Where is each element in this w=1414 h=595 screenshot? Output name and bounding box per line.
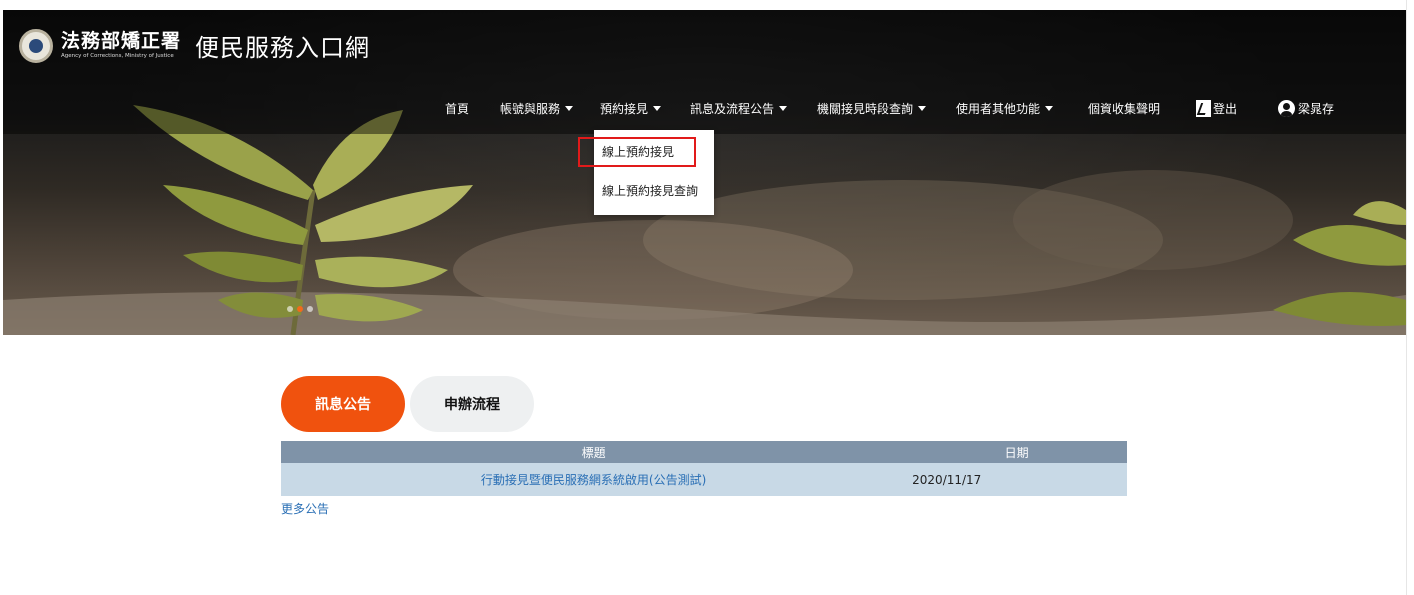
- site-title: 便民服務入口網: [195, 34, 371, 62]
- table-cell-date: 2020/11/17: [906, 463, 1127, 496]
- tab-news-label: 訊息公告: [315, 397, 371, 413]
- site-logo[interactable]: 法務部矯正署 Agency of Corrections, Ministry o…: [19, 28, 370, 63]
- carousel-indicators: [287, 306, 313, 312]
- table-row: 行動接見暨便民服務網系統啟用(公告測試) 2020/11/17: [281, 463, 1127, 496]
- chevron-down-icon: [779, 106, 788, 111]
- nav-user-other-label: 使用者其他功能: [956, 102, 1041, 116]
- appointment-dropdown-menu: 線上預約接見 線上預約接見查詢: [578, 130, 714, 215]
- table-header-row: 標題 日期: [281, 441, 1127, 463]
- tab-process[interactable]: 申辦流程: [410, 376, 534, 432]
- org-name-en: Agency of Corrections, Ministry of Justi…: [61, 52, 174, 59]
- chevron-down-icon: [1045, 106, 1054, 111]
- nav-slot-query-label: 機關接見時段查詢: [817, 102, 914, 116]
- nav-privacy[interactable]: 個資收集聲明: [1088, 100, 1160, 117]
- logout-icon: [1196, 100, 1211, 117]
- column-header-date: 日期: [906, 441, 1127, 463]
- chevron-down-icon: [653, 106, 662, 111]
- nav-slot-query[interactable]: 機關接見時段查詢: [817, 100, 927, 117]
- nav-logout[interactable]: 登出: [1196, 100, 1237, 117]
- more-announcements-link[interactable]: 更多公告: [281, 500, 329, 517]
- nav-logout-label: 登出: [1213, 102, 1238, 116]
- table-cell-title: 行動接見暨便民服務網系統啟用(公告測試): [281, 463, 907, 496]
- org-name: 法務部矯正署: [61, 29, 182, 52]
- dropdown-item-online-appointment[interactable]: 線上預約接見: [578, 137, 696, 167]
- announcement-link[interactable]: 行動接見暨便民服務網系統啟用(公告測試): [481, 473, 706, 487]
- nav-account-services-label: 帳號與服務: [500, 102, 561, 116]
- column-header-title: 標題: [281, 441, 907, 463]
- nav-account-services[interactable]: 帳號與服務: [500, 100, 574, 117]
- nav-home[interactable]: 首頁: [445, 100, 469, 117]
- tab-process-label: 申辦流程: [444, 397, 500, 413]
- org-name-block: 法務部矯正署 Agency of Corrections, Ministry o…: [61, 29, 182, 60]
- nav-news-process-label: 訊息及流程公告: [690, 102, 775, 116]
- nav-appointment[interactable]: 預約接見: [600, 100, 662, 117]
- tab-news[interactable]: 訊息公告: [281, 376, 405, 432]
- agency-seal-icon: [19, 28, 53, 63]
- nav-home-label: 首頁: [445, 102, 470, 116]
- nav-news-process[interactable]: 訊息及流程公告: [690, 100, 788, 117]
- page: 法務部矯正署 Agency of Corrections, Ministry o…: [0, 0, 1414, 595]
- nav-user[interactable]: 梁晁存: [1278, 100, 1334, 117]
- nav-appointment-label: 預約接見: [600, 102, 649, 116]
- dropdown-item-appointment-query[interactable]: 線上預約接見查詢: [602, 182, 698, 199]
- nav-privacy-label: 個資收集聲明: [1088, 102, 1161, 116]
- nav-user-other[interactable]: 使用者其他功能: [956, 100, 1054, 117]
- user-icon: [1278, 100, 1295, 117]
- carousel-dot-active[interactable]: [297, 306, 303, 312]
- carousel-dot[interactable]: [307, 306, 313, 312]
- announcement-table: 標題 日期 行動接見暨便民服務網系統啟用(公告測試) 2020/11/17: [281, 441, 1127, 496]
- main-nav: 首頁 帳號與服務 預約接見 訊息及流程公告 機關接見時段查詢 使用者其他功能 個…: [3, 100, 1406, 124]
- chevron-down-icon: [565, 106, 574, 111]
- page-scrollbar[interactable]: [1406, 0, 1414, 595]
- carousel-dot[interactable]: [287, 306, 293, 312]
- nav-user-name: 梁晁存: [1298, 102, 1335, 116]
- chevron-down-icon: [918, 106, 927, 111]
